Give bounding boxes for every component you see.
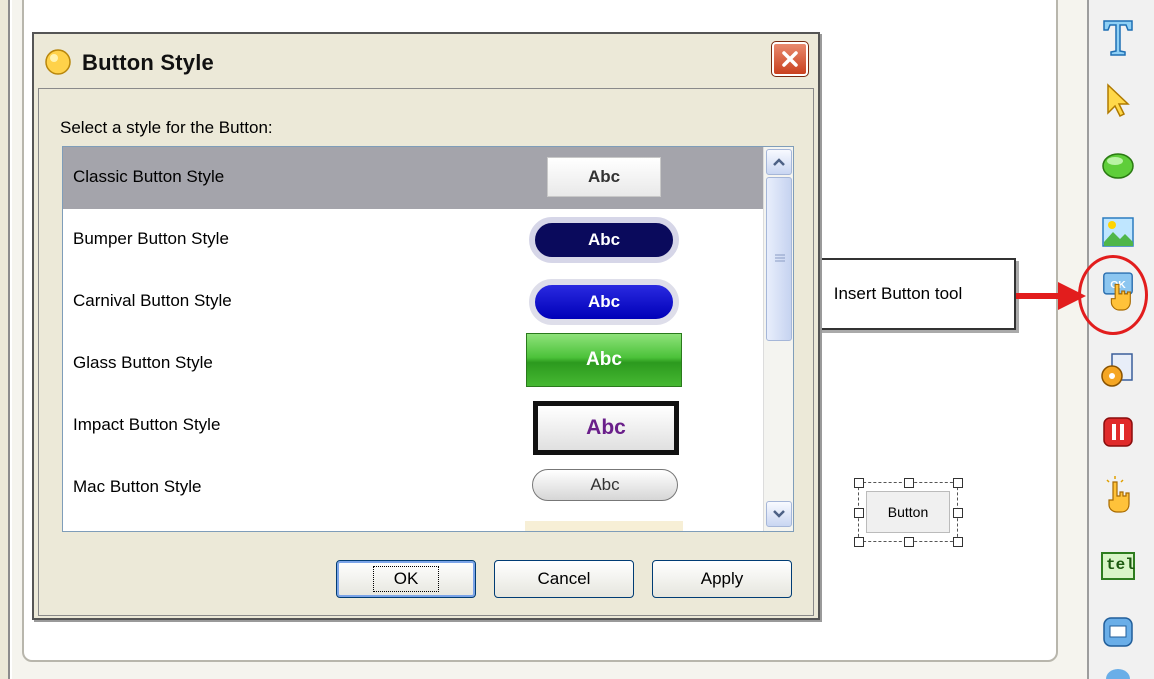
scroll-down-button[interactable] [766, 501, 792, 527]
chevron-down-icon [773, 510, 785, 518]
style-row-classic[interactable]: Classic Button Style Abc [63, 147, 763, 209]
style-row-label: Glass Button Style [73, 353, 213, 372]
tel-tool-icon[interactable]: tel [1100, 548, 1136, 584]
bumper-style-sample: Abc [529, 217, 679, 263]
cancel-button[interactable]: Cancel [494, 560, 634, 598]
style-row-bumper[interactable]: Bumper Button Style Abc [63, 209, 763, 271]
resize-handle[interactable] [953, 478, 963, 488]
ok-button[interactable]: OK [336, 560, 476, 598]
resize-handle[interactable] [854, 478, 864, 488]
click-tool-icon[interactable] [1100, 476, 1136, 513]
close-icon [782, 51, 798, 67]
style-row-glass[interactable]: Glass Button Style Abc [63, 333, 763, 395]
apply-button[interactable]: Apply [652, 560, 792, 598]
resize-handle[interactable] [953, 537, 963, 547]
carnival-style-sample: Abc [529, 279, 679, 325]
image-tool-icon[interactable] [1100, 214, 1136, 250]
scroll-thumb[interactable] [766, 177, 792, 341]
chevron-up-icon [773, 158, 785, 166]
scroll-up-button[interactable] [766, 149, 792, 175]
close-button[interactable] [771, 41, 809, 77]
dialog-title: Button Style [82, 50, 214, 75]
tel-tool-label: tel [1106, 556, 1135, 574]
resize-handle[interactable] [904, 537, 914, 547]
classic-style-sample: Abc [547, 157, 661, 197]
resize-handle[interactable] [953, 508, 963, 518]
glass-style-sample: Abc [526, 333, 682, 387]
shape-tool-icon[interactable] [1100, 148, 1136, 184]
style-prompt: Select a style for the Button: [60, 118, 273, 137]
style-list[interactable]: Classic Button Style Abc Bumper Button S… [62, 146, 794, 532]
widget-tool-icon[interactable] [1100, 614, 1136, 650]
text-tool-icon[interactable] [1100, 20, 1136, 56]
style-list-scrollbar[interactable] [763, 147, 793, 531]
style-row-carnival[interactable]: Carnival Button Style Abc [63, 271, 763, 333]
highlight-ring [1078, 255, 1148, 335]
resize-handle[interactable] [854, 508, 864, 518]
grip-icon [775, 254, 785, 262]
style-row-partial [525, 521, 683, 531]
pointer-tool-icon[interactable] [1100, 82, 1136, 118]
pause-tool-icon[interactable] [1100, 414, 1136, 450]
style-row-label: Classic Button Style [73, 167, 225, 186]
dialog-app-icon [44, 48, 74, 81]
button-style-dialog: Button Style Select a style for the Butt… [32, 32, 820, 620]
resize-handle[interactable] [904, 478, 914, 488]
mac-style-sample: Abc [532, 469, 678, 501]
placed-button[interactable]: Button [866, 491, 950, 533]
style-row-label: Impact Button Style [73, 415, 221, 434]
placed-button-selection[interactable]: Button [854, 478, 963, 547]
style-row-impact[interactable]: Impact Button Style Abc [63, 395, 763, 457]
style-row-mac[interactable]: Mac Button Style Abc [63, 457, 763, 519]
left-window-edge [0, 0, 10, 679]
more-tools-indicator [1100, 664, 1136, 679]
resize-handle[interactable] [854, 537, 864, 547]
style-row-label: Mac Button Style [73, 477, 202, 496]
impact-style-sample: Abc [533, 401, 679, 455]
media-tool-icon[interactable] [1100, 352, 1136, 388]
callout-arrow [1016, 282, 1086, 310]
style-row-label: Carnival Button Style [73, 291, 232, 310]
style-row-label: Bumper Button Style [73, 229, 229, 248]
canvas-bottom-strip [12, 664, 1087, 679]
ok-button-label: OK [372, 566, 440, 592]
